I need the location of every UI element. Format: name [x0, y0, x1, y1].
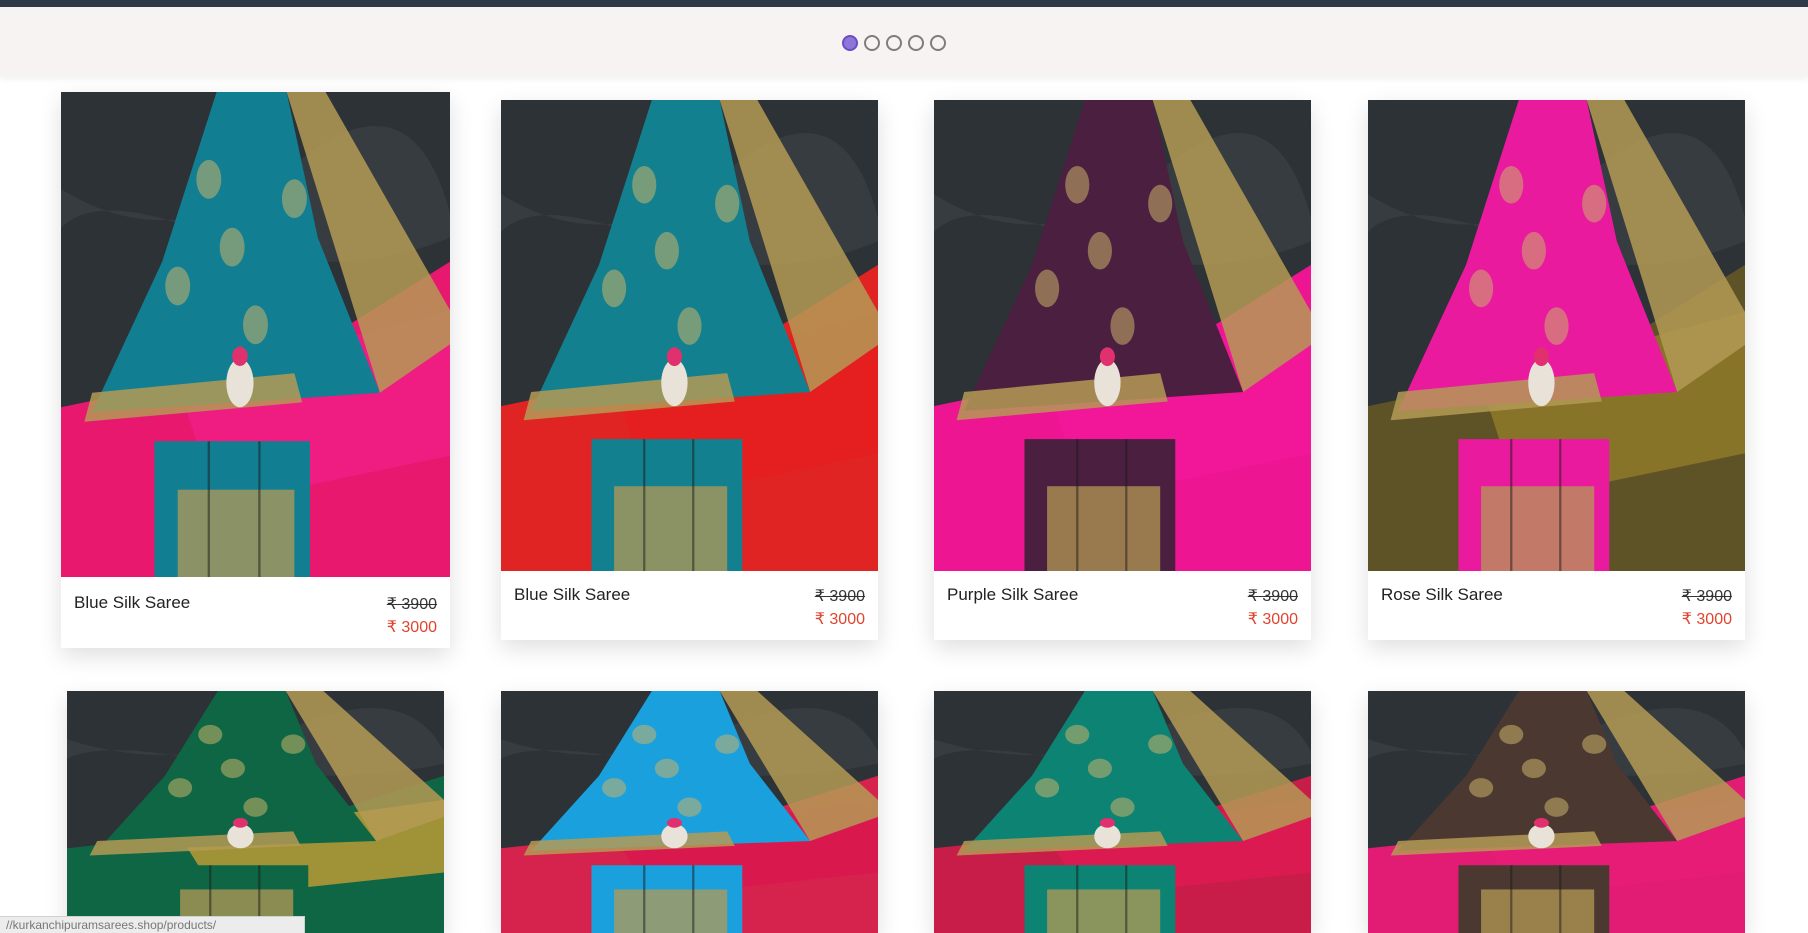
zari-motif	[1148, 184, 1173, 223]
product-image[interactable]	[61, 92, 450, 577]
zari-motif	[1582, 184, 1607, 223]
zari-motif	[1499, 165, 1524, 204]
zari-motif	[1582, 734, 1607, 754]
figurine-head	[1533, 818, 1549, 828]
carousel-dot-4[interactable]	[908, 35, 924, 51]
product-original-price: ₹ 3900	[386, 596, 437, 613]
product-image[interactable]	[67, 691, 444, 933]
zari-motif	[715, 184, 740, 223]
blouse-zari	[1481, 486, 1595, 571]
carousel-dot-3[interactable]	[886, 35, 902, 51]
zari-motif	[1499, 724, 1524, 745]
zari-motif	[165, 266, 191, 306]
carousel-band	[0, 7, 1808, 76]
figurine-head	[666, 818, 682, 828]
figurine-head	[1533, 347, 1549, 367]
zari-motif	[281, 734, 306, 754]
zari-motif	[602, 269, 627, 308]
product-card[interactable]	[934, 691, 1311, 933]
blouse-zari	[614, 486, 728, 571]
zari-motif	[1544, 307, 1569, 345]
product-sale-price: ₹ 3000	[1247, 611, 1298, 628]
status-bar-url: //kurkanchipuramsarees.shop/products/	[0, 916, 305, 933]
zari-motif	[219, 227, 245, 267]
product-sale-price: ₹ 3000	[814, 611, 865, 628]
zari-motif	[1469, 778, 1494, 798]
zari-motif	[715, 734, 740, 754]
product-card[interactable]	[1368, 691, 1745, 933]
zari-motif	[1544, 797, 1569, 817]
figurine-head	[232, 818, 248, 828]
product-original-price: ₹ 3900	[1247, 588, 1298, 605]
product-name[interactable]: Purple Silk Saree	[947, 585, 1078, 605]
zari-motif	[1469, 269, 1494, 308]
zari-motif	[677, 797, 702, 817]
zari-motif	[1065, 165, 1090, 204]
product-card[interactable]: Blue Silk Saree ₹ 3900 ₹ 3000	[61, 92, 450, 648]
zari-motif	[243, 305, 268, 345]
figurine-head	[666, 347, 682, 367]
product-name[interactable]: Blue Silk Saree	[74, 593, 190, 613]
blouse-zari	[614, 889, 728, 933]
blouse-zari	[1047, 889, 1161, 933]
zari-motif	[602, 778, 627, 798]
zari-motif	[632, 165, 657, 204]
product-card[interactable]: Purple Silk Saree ₹ 3900 ₹ 3000	[934, 100, 1311, 640]
product-image[interactable]	[501, 691, 878, 933]
carousel-pagination	[842, 35, 946, 51]
product-original-price: ₹ 3900	[814, 588, 865, 605]
product-image[interactable]	[1368, 691, 1745, 933]
product-image[interactable]	[934, 691, 1311, 933]
product-image[interactable]	[934, 100, 1311, 571]
product-card[interactable]: Rose Silk Saree ₹ 3900 ₹ 3000	[1368, 100, 1745, 640]
blouse-zari	[177, 489, 295, 577]
blouse-zari	[1481, 889, 1595, 933]
carousel-dot-1[interactable]	[842, 35, 858, 51]
figurine-head	[232, 346, 248, 367]
product-sale-price: ₹ 3000	[386, 619, 437, 636]
zari-motif	[1065, 724, 1090, 745]
zari-motif	[1087, 231, 1112, 270]
zari-motif	[281, 179, 307, 219]
zari-motif	[1521, 231, 1546, 270]
zari-motif	[677, 307, 702, 345]
product-name[interactable]: Blue Silk Saree	[514, 585, 630, 605]
figurine-head	[1099, 818, 1115, 828]
zari-motif	[632, 724, 657, 745]
zari-motif	[1035, 269, 1060, 308]
zari-motif	[243, 797, 268, 817]
zari-motif	[168, 778, 193, 798]
carousel-dot-2[interactable]	[864, 35, 880, 51]
product-card[interactable]: Blue Silk Saree ₹ 3900 ₹ 3000	[501, 100, 878, 640]
zari-motif	[1110, 307, 1135, 345]
top-bar	[0, 0, 1808, 7]
figurine-head	[1099, 347, 1115, 367]
zari-motif	[1087, 758, 1112, 779]
zari-motif	[198, 724, 223, 745]
zari-motif	[1521, 758, 1546, 779]
zari-motif	[1035, 778, 1060, 798]
product-sale-price: ₹ 3000	[1681, 611, 1732, 628]
product-image[interactable]	[1368, 100, 1745, 571]
zari-motif	[196, 159, 222, 199]
product-card[interactable]	[501, 691, 878, 933]
zari-motif	[654, 231, 679, 270]
blouse-zari	[1047, 486, 1161, 571]
product-name[interactable]: Rose Silk Saree	[1381, 585, 1503, 605]
product-image[interactable]	[501, 100, 878, 571]
zari-motif	[1148, 734, 1173, 754]
zari-motif	[654, 758, 679, 779]
carousel-dot-5[interactable]	[930, 35, 946, 51]
zari-motif	[220, 758, 245, 779]
product-original-price: ₹ 3900	[1681, 588, 1732, 605]
product-card[interactable]	[67, 691, 444, 933]
zari-motif	[1110, 797, 1135, 817]
